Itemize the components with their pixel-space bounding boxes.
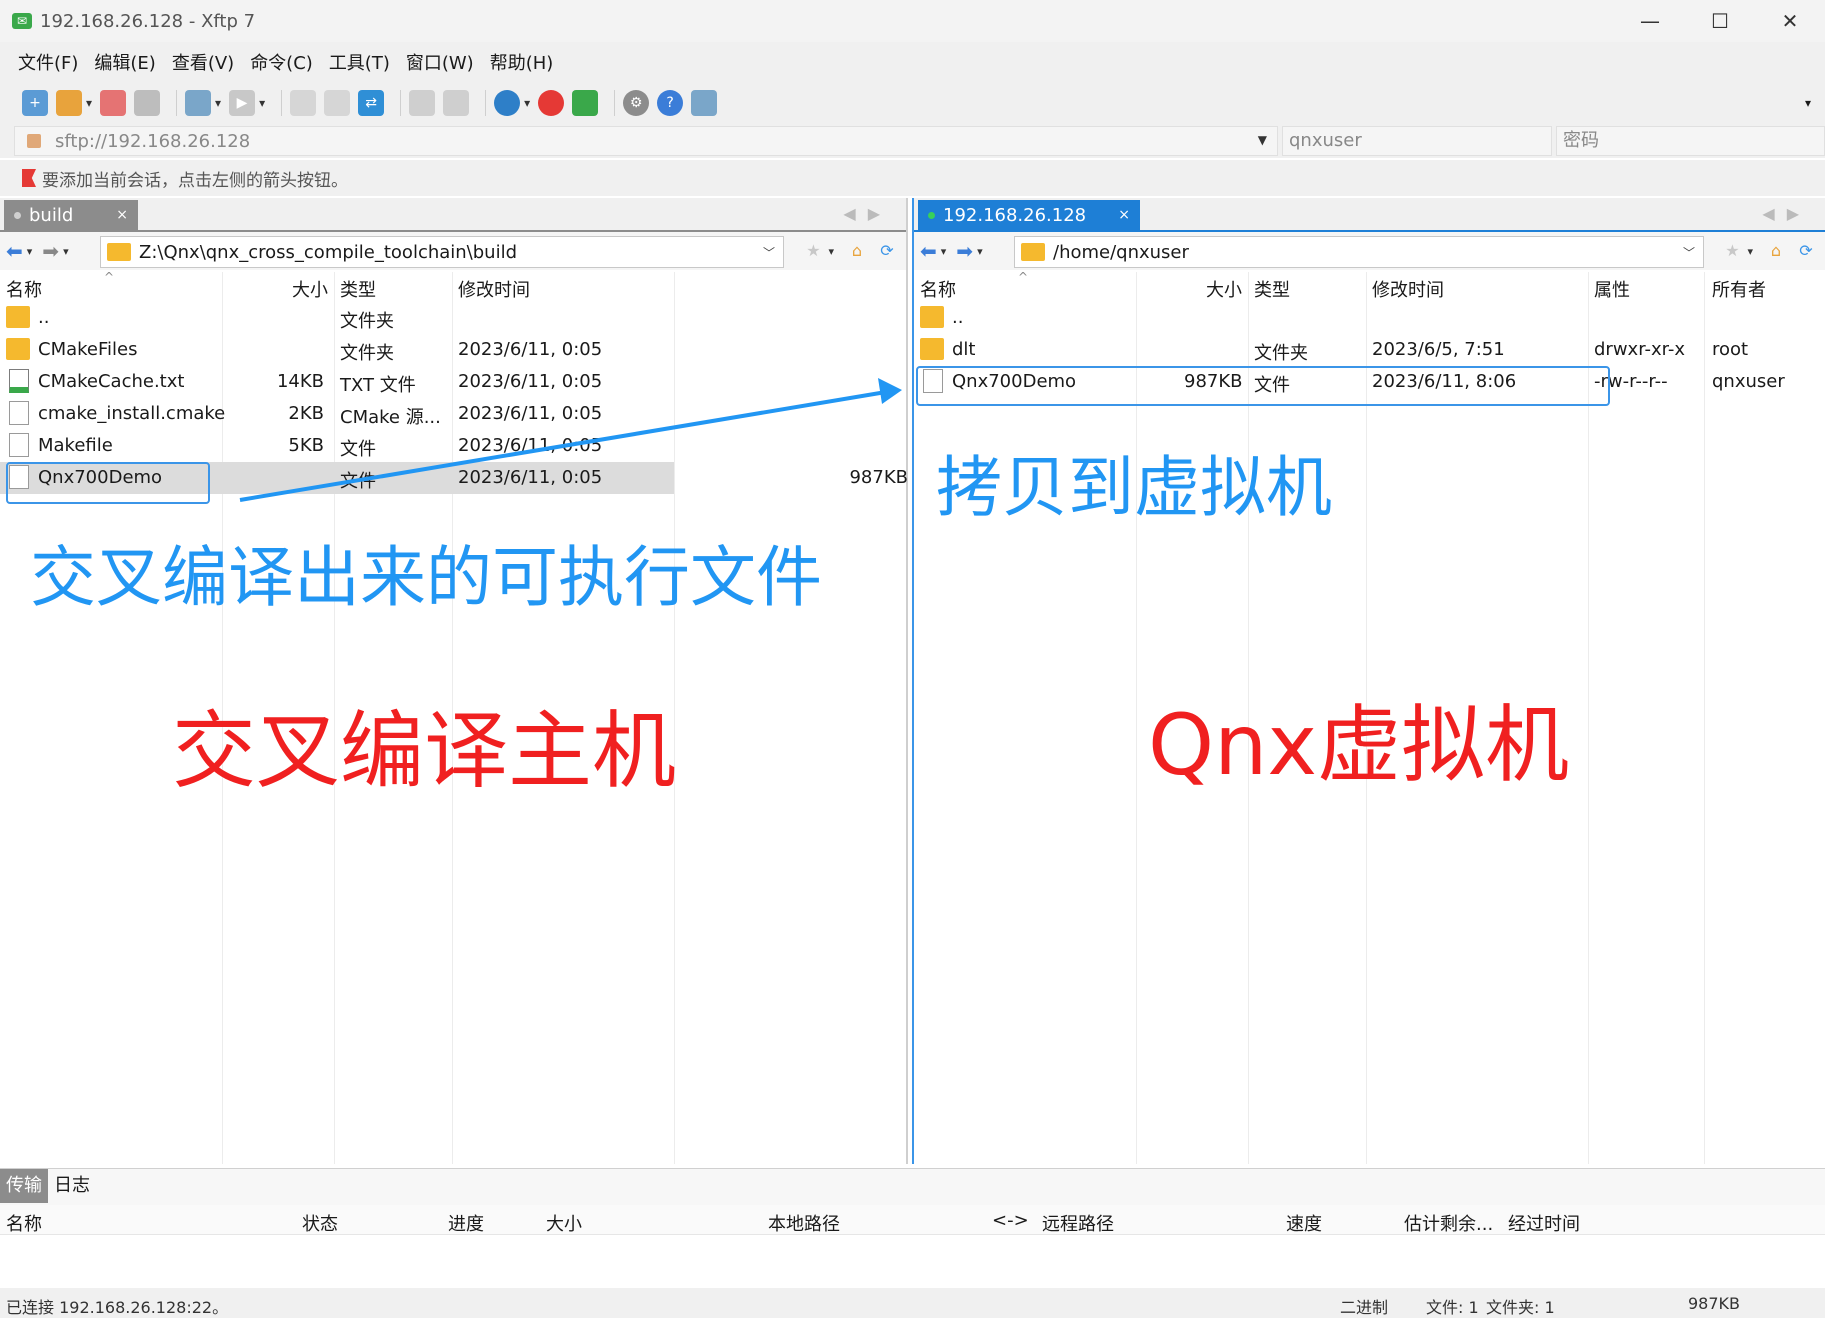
col-elapsed[interactable]: 经过时间: [1508, 1210, 1580, 1236]
annotation-qnx-vm: Qnx虚拟机: [1148, 696, 1570, 794]
copy-arrow-head: [878, 378, 902, 404]
annotation-compile-host: 交叉编译主机: [172, 702, 677, 800]
copy-arrow-line: [239, 390, 887, 502]
transfer-tabs: 传输 日志: [0, 1169, 96, 1203]
transfer-table-header: 名称 状态 进度 大小 本地路径 <-> 远程路径 速度 估计剩余... 经过时…: [0, 1205, 1825, 1235]
status-bar: 已连接 192.168.26.128:22。 二进制 文件: 1 文件夹: 1 …: [0, 1288, 1825, 1318]
folder-count: 文件夹: 1: [1486, 1298, 1555, 1317]
annotation-copy-to-vm: 拷贝到虚拟机: [936, 449, 1332, 526]
tab-transfer[interactable]: 传输: [0, 1169, 48, 1203]
copy-arrow: [239, 378, 902, 502]
tab-log[interactable]: 日志: [48, 1169, 96, 1203]
col-transfer-progress[interactable]: 进度: [448, 1210, 484, 1236]
col-transfer-status[interactable]: 状态: [302, 1210, 338, 1236]
transfer-mode[interactable]: 二进制: [1340, 1294, 1388, 1318]
col-local-path[interactable]: 本地路径: [768, 1210, 840, 1236]
col-eta[interactable]: 估计剩余...: [1404, 1210, 1493, 1236]
transfer-panel: 传输 日志 名称 状态 进度 大小 本地路径 <-> 远程路径 速度 估计剩余.…: [0, 1168, 1825, 1289]
file-count: 文件: 1: [1426, 1298, 1479, 1317]
total-size: 987KB: [1688, 1294, 1741, 1313]
col-transfer-name[interactable]: 名称: [6, 1210, 42, 1236]
annotation-cross-compiled-binary: 交叉编译出来的可执行文件: [30, 539, 822, 616]
col-speed[interactable]: 速度: [1286, 1210, 1322, 1236]
connection-status: 已连接 192.168.26.128:22。: [6, 1298, 229, 1317]
col-direction[interactable]: <->: [992, 1210, 1029, 1231]
col-transfer-size[interactable]: 大小: [546, 1210, 582, 1236]
col-remote-path[interactable]: 远程路径: [1042, 1210, 1114, 1236]
transfer-list: [0, 1235, 1825, 1289]
